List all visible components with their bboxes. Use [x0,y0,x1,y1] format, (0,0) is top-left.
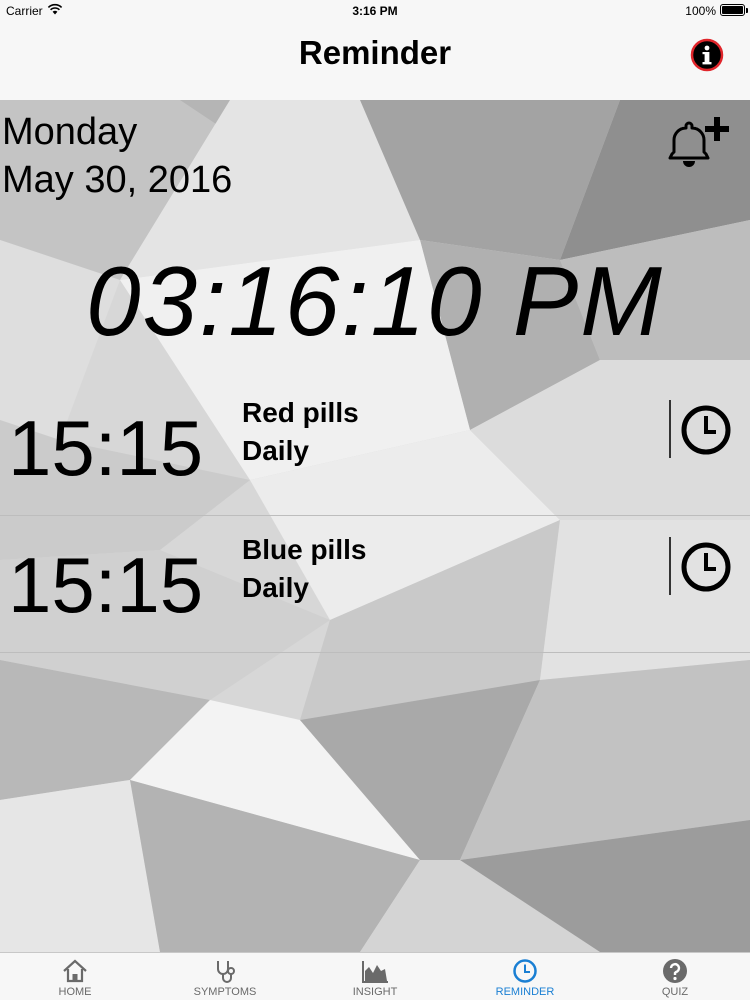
tab-label: REMINDER [495,986,555,998]
info-icon[interactable] [690,38,724,72]
row-divider [669,537,671,595]
tab-quiz[interactable]: QUIZ [600,953,750,1000]
tab-home[interactable]: HOME [0,953,150,1000]
clock-icon[interactable] [680,541,732,593]
clock-icon[interactable] [680,404,732,456]
tab-label: INSIGHT [352,986,398,998]
tab-label: QUIZ [661,986,689,998]
row-divider [669,400,671,458]
navigation-bar: Reminder [0,22,750,100]
battery-percent: 100% [685,4,716,18]
stethoscope-icon [217,961,235,983]
reminder-time: 15:15 [8,404,204,492]
tab-bar: HOME SYMPTOMS INSIGHT REMINDER QUIZ [0,952,750,1000]
weekday-label: Monday [2,111,138,153]
chart-icon [362,961,388,983]
tab-label: HOME [58,986,92,998]
reminder-frequency: Daily [242,435,309,466]
question-icon [663,959,687,983]
reminder-row[interactable]: 15:15 Red pills Daily [0,380,750,516]
reminder-row[interactable]: 15:15 Blue pills Daily [0,517,750,653]
tab-symptoms[interactable]: SYMPTOMS [150,953,300,1000]
reminder-frequency: Daily [242,572,309,603]
reminder-content: Monday May 30, 2016 03:16:10 PM 15:15 Re… [0,100,750,952]
date-label: May 30, 2016 [2,159,233,201]
current-time-display: 03:16:10 PM [86,246,664,356]
tab-insight[interactable]: INSIGHT [300,953,450,1000]
tab-label: SYMPTOMS [193,986,257,998]
tab-reminder[interactable]: REMINDER [450,953,600,1000]
reminder-name: Red pills [242,397,359,428]
reminder-name: Blue pills [242,534,367,565]
status-bar: Carrier 3:16 PM 100% [0,0,750,22]
page-title: Reminder [298,34,452,71]
reminder-time: 15:15 [8,541,204,629]
bell-plus-icon[interactable] [662,112,740,170]
status-time: 3:16 PM [352,4,398,18]
battery-icon [720,4,748,16]
clock-icon [513,959,537,983]
home-icon [63,959,87,983]
